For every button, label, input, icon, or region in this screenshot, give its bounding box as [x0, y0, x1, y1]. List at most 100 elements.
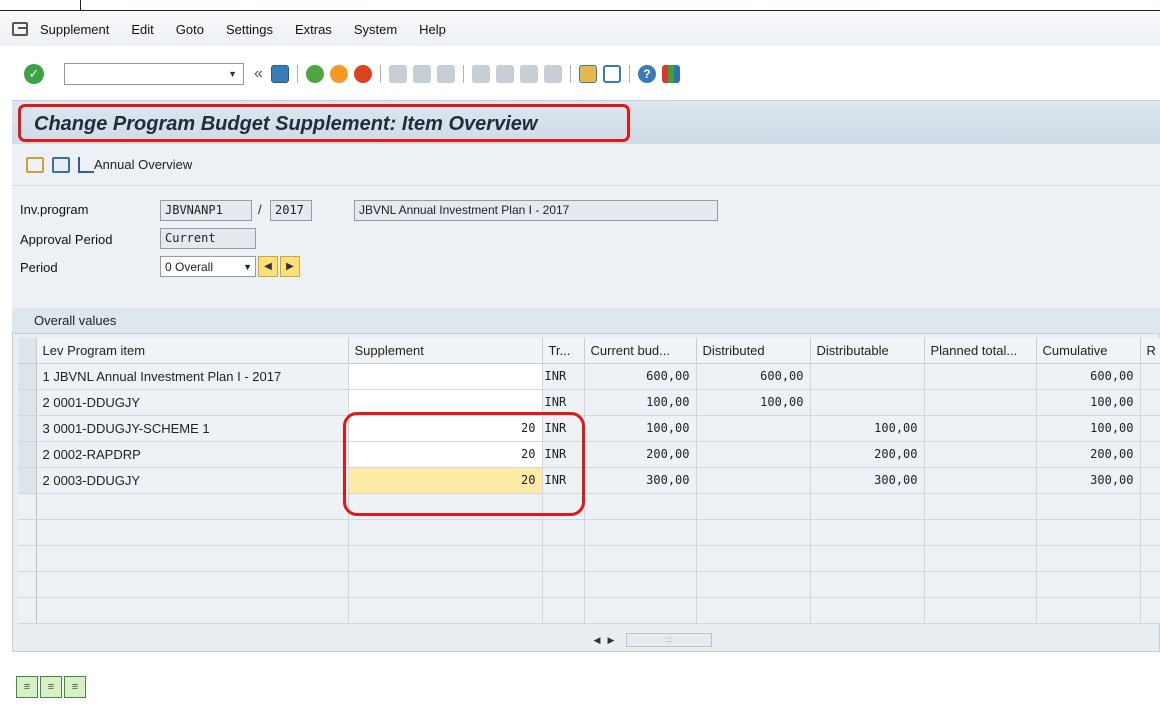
cell-currency: INR	[542, 363, 585, 390]
column-header-r[interactable]: R	[1140, 338, 1160, 364]
menu-extras[interactable]: Extras	[295, 22, 332, 37]
column-header-distributed[interactable]: Distributed	[696, 338, 811, 364]
cell-program-item: 2 0003-DDUGJY	[36, 467, 349, 494]
row-selector[interactable]	[18, 363, 37, 390]
standard-toolbar: ✓ ▼ « ?	[0, 56, 1160, 92]
help-icon[interactable]: ?	[637, 65, 656, 83]
scroll-right-icon[interactable]: ▶	[604, 635, 618, 646]
menu-bar: Supplement Edit Goto Settings Extras Sys…	[0, 12, 1160, 46]
find-next-icon[interactable]	[436, 65, 455, 83]
row-selector[interactable]	[18, 493, 37, 520]
cell-cumulative: 100,00	[1036, 415, 1141, 442]
last-page-icon[interactable]	[543, 65, 562, 83]
toolbar-separator	[379, 65, 381, 83]
column-header-transaction-currency[interactable]: Tr...	[542, 338, 585, 364]
command-field[interactable]: ▼	[64, 63, 244, 85]
shortcut-icon[interactable]	[602, 65, 621, 83]
row-selector[interactable]	[18, 467, 37, 494]
table-row: 3 0001-DDUGJY-SCHEME 1 20 INR 100,00 100…	[18, 415, 1160, 442]
customize-layout-icon[interactable]	[661, 65, 680, 83]
menu-goto[interactable]: Goto	[176, 22, 204, 37]
find-icon[interactable]	[412, 65, 431, 83]
annual-overview-icon[interactable]	[78, 156, 94, 173]
table-row: 1 JBVNL Annual Investment Plan I - 2017 …	[18, 363, 1160, 390]
program-description-field: JBVNL Annual Investment Plan I - 2017	[354, 200, 718, 221]
toolbar-separator	[296, 65, 298, 83]
first-page-icon[interactable]	[471, 65, 490, 83]
row-selector[interactable]	[18, 545, 37, 572]
exit-icon[interactable]	[329, 65, 348, 83]
previous-period-button[interactable]: ◀	[258, 256, 278, 277]
annual-overview-button[interactable]: Annual Overview	[94, 157, 192, 172]
period-dropdown[interactable]: 0 Overall ▼	[160, 256, 256, 277]
toolbar-separator	[569, 65, 571, 83]
column-header-distributable[interactable]: Distributable	[810, 338, 925, 364]
deselect-all-icon[interactable]: ≡	[64, 676, 86, 698]
row-selector[interactable]	[18, 441, 37, 468]
cell-r	[1140, 389, 1160, 416]
column-header-supplement[interactable]: Supplement	[348, 338, 543, 364]
other-program-icon[interactable]	[26, 156, 44, 173]
menu-settings[interactable]: Settings	[226, 22, 273, 37]
approval-period-label: Approval Period	[20, 232, 113, 247]
next-page-icon[interactable]	[519, 65, 538, 83]
supplement-input[interactable]	[348, 363, 543, 390]
display-change-icon[interactable]	[52, 156, 70, 173]
cell-distributable: 200,00	[810, 441, 925, 468]
supplement-highlight-box	[343, 412, 585, 516]
window-top-strip	[0, 0, 1160, 11]
cell-r	[1140, 415, 1160, 442]
next-period-button[interactable]: ▶	[280, 256, 300, 277]
menu-window-icon[interactable]	[12, 22, 28, 36]
cell-planned-total	[924, 441, 1037, 468]
select-all-header[interactable]	[18, 338, 37, 364]
table-row: 2 0001-DDUGJY INR 100,00 100,00 100,00	[18, 389, 1160, 416]
print-icon[interactable]	[388, 65, 407, 83]
cell-program-item: 2 0001-DDUGJY	[36, 389, 349, 416]
horizontal-scrollbar[interactable]: ◀ ▶ :::	[590, 632, 730, 648]
row-selector[interactable]	[18, 389, 37, 416]
scrollbar-thumb[interactable]: :::	[626, 633, 712, 647]
header-form: Inv.program JBVNANP1 / 2017 JBVNL Annual…	[12, 186, 1160, 308]
menu-system[interactable]: System	[354, 22, 397, 37]
column-header-planned-total[interactable]: Planned total...	[924, 338, 1037, 364]
empty-row	[18, 545, 1160, 572]
menu-supplement[interactable]: Supplement	[40, 22, 109, 37]
cell-r	[1140, 467, 1160, 494]
menu-edit[interactable]: Edit	[131, 22, 153, 37]
cell-distributable	[810, 363, 925, 390]
menu-help[interactable]: Help	[419, 22, 446, 37]
collapse-icon[interactable]: «	[254, 65, 263, 83]
previous-page-icon[interactable]	[495, 65, 514, 83]
cancel-icon[interactable]	[353, 65, 372, 83]
chevron-down-icon[interactable]: ▼	[228, 69, 237, 79]
select-block-icon[interactable]: ≡	[40, 676, 62, 698]
chevron-down-icon[interactable]: ▼	[243, 262, 252, 272]
select-all-icon[interactable]: ≡	[16, 676, 38, 698]
toolbar-separator	[462, 65, 464, 83]
period-value: 0 Overall	[165, 259, 214, 274]
scroll-left-icon[interactable]: ◀	[590, 635, 604, 646]
column-header-current-budget[interactable]: Current bud...	[584, 338, 697, 364]
column-header-lev-program-item[interactable]: Lev Program item	[36, 338, 349, 364]
empty-row	[18, 597, 1160, 624]
column-header-cumulative[interactable]: Cumulative	[1036, 338, 1141, 364]
table-header-row: Lev Program item Supplement Tr... Curren…	[18, 338, 1160, 364]
empty-row	[18, 519, 1160, 546]
row-selector[interactable]	[18, 519, 37, 546]
cell-distributed	[696, 441, 811, 468]
create-session-icon[interactable]	[578, 65, 597, 83]
back-icon[interactable]	[305, 65, 324, 83]
row-selector[interactable]	[18, 415, 37, 442]
empty-row	[18, 571, 1160, 598]
separator-slash: /	[258, 202, 262, 217]
cell-distributable	[810, 389, 925, 416]
title-highlight-box	[18, 104, 630, 142]
cell-distributed	[696, 415, 811, 442]
enter-icon[interactable]: ✓	[24, 64, 44, 84]
row-selector[interactable]	[18, 597, 37, 624]
approval-year-field: 2017	[270, 200, 312, 221]
save-icon[interactable]	[270, 65, 289, 83]
row-selector[interactable]	[18, 571, 37, 598]
bottom-toolbar: ≡ ≡ ≡	[16, 676, 88, 698]
